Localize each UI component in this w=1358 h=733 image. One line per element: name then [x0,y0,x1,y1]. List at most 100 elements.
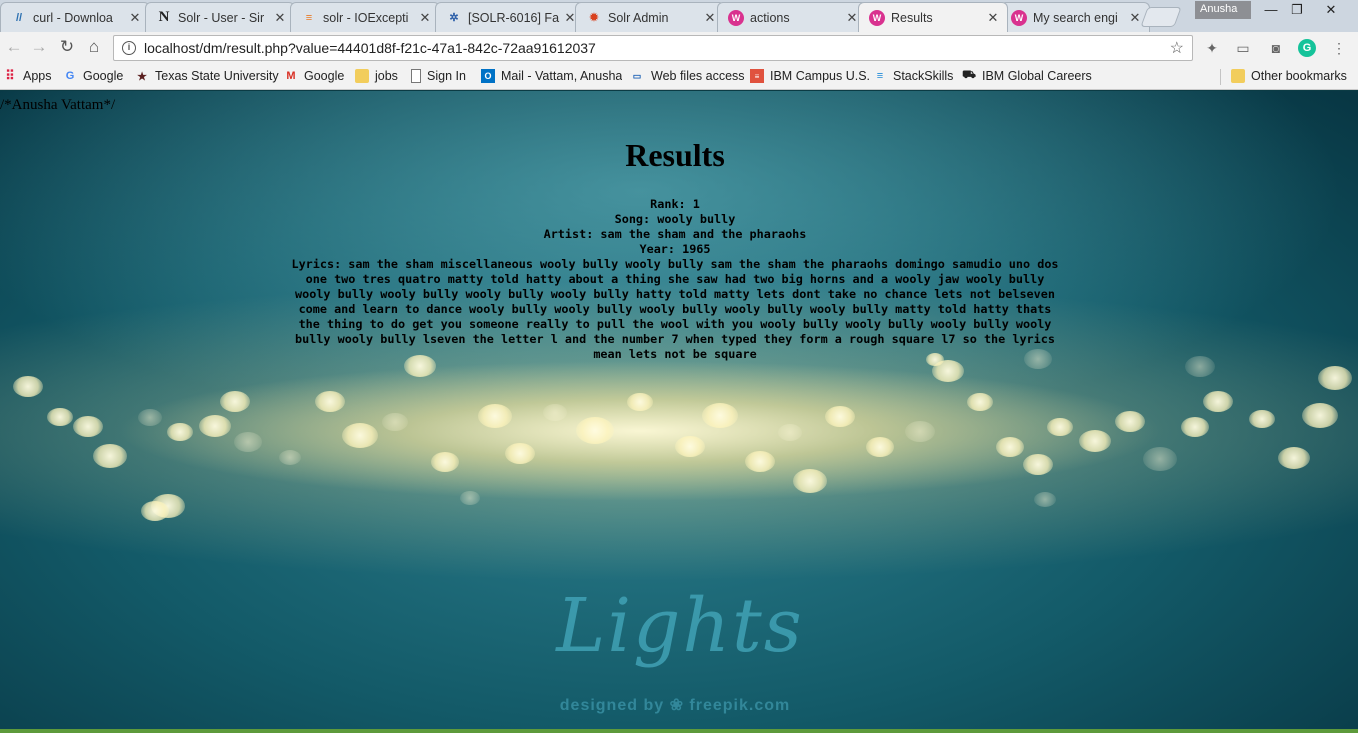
bookmark-separator [1220,69,1221,85]
tab-title: My search engi [1033,10,1118,25]
bokeh-light [702,403,738,428]
bookmarks-bar: ⠿ Apps G Google ★ Texas State University… [0,63,1358,90]
car-icon: ⛟ [962,69,976,81]
tab-actions[interactable]: W actions ✕ [717,2,867,32]
folder-icon [1231,69,1245,83]
tab-results[interactable]: W Results ✕ [858,2,1008,32]
url-text[interactable]: localhost/dm/result.php?value=44401d8f-f… [144,40,1170,56]
jira-icon: ✲ [449,12,459,24]
close-icon[interactable]: ✕ [846,10,858,26]
solr-icon: ✹ [589,12,599,24]
author-comment: /*Anusha Vattam*/ [0,97,116,113]
result-song: Song: wooly bully [614,212,736,226]
back-icon[interactable]: ← [2,35,26,59]
tab-solr-6016[interactable]: ✲ [SOLR-6016] Fa ✕ [435,2,585,32]
close-icon[interactable]: ✕ [704,10,716,26]
close-icon[interactable]: ✕ [129,10,141,26]
bokeh-light [315,391,345,412]
bookmark-sign-in[interactable]: Sign In [411,67,466,85]
bokeh-light [1302,403,1338,428]
bokeh-light [627,393,653,411]
bokeh-light [1203,391,1233,412]
reload-icon[interactable]: ↻ [55,35,79,59]
bokeh-light [13,376,43,397]
page-viewport: Lights designed by ❀ freepik.com /*Anush… [0,91,1358,729]
bookmark-jobs[interactable]: jobs [355,67,398,85]
tab-my-search-engine[interactable]: W My search engi ✕ [1000,2,1150,32]
bokeh-light [1115,411,1145,432]
bokeh-light [138,409,162,426]
bookmark-google[interactable]: G Google [63,67,124,85]
home-icon[interactable]: ⌂ [82,35,106,59]
tab-strip: // curl - Downloa ✕ N Solr - User - Sir … [0,0,1358,32]
profile-button[interactable]: Anusha [1195,1,1251,19]
tab-title: curl - Downloa [33,10,113,25]
result-artist: Artist: sam the sham and the pharaohs [543,227,807,241]
tab-title: [SOLR-6016] Fa [468,10,560,25]
tab-title: Solr - User - Sir [178,10,265,25]
bokeh-light [745,451,775,472]
tab-curl[interactable]: // curl - Downloa ✕ [0,2,150,32]
new-tab-button[interactable] [1140,7,1182,27]
close-icon[interactable]: ✕ [274,10,286,26]
browser-toolbar: ← → ↻ ⌂ i localhost/dm/result.php?value=… [0,32,1358,63]
tab-title: Results [891,10,933,25]
bokeh-light [543,404,567,421]
bokeh-light [1318,366,1352,390]
bokeh-light [234,432,262,452]
apps-grid-icon: ⠿ [5,68,15,83]
close-icon[interactable]: ✕ [987,10,999,26]
bookmark-gmail[interactable]: M Google [284,67,344,85]
bokeh-light [505,443,535,464]
bokeh-light [778,424,802,441]
bookmark-web-files[interactable]: ▭ Web files access [629,67,745,85]
web-icon: ▭ [632,70,642,81]
tab-solr-ioexception[interactable]: ≡ solr - IOExcepti ✕ [290,2,440,32]
bokeh-light [478,404,512,428]
close-icon[interactable]: ✕ [1129,10,1141,26]
bokeh-light [1185,356,1215,377]
restore-icon[interactable]: ❐ [1282,2,1312,20]
app-icon: W [869,9,885,26]
bokeh-light [1181,417,1209,437]
tab-title: solr - IOExcepti [323,10,409,25]
grammarly-icon[interactable]: G [1298,39,1316,57]
result-block: Rank: 1 Song: wooly bully Artist: sam th… [290,197,1060,362]
bokeh-light [675,436,705,457]
bokeh-light [793,469,827,493]
info-icon[interactable]: i [122,41,136,55]
bokeh-light [431,452,459,472]
bokeh-light [1034,492,1056,507]
bookmark-star-icon[interactable]: ☆ [1170,38,1184,58]
cast-icon[interactable]: ▭ [1234,39,1252,57]
stackoverflow-icon: ≡ [305,11,313,24]
extension-icon[interactable]: ✦ [1203,39,1221,57]
bookmark-ibm-campus[interactable]: ≡ IBM Campus U.S. [750,67,870,85]
tab-solr-admin[interactable]: ✹ Solr Admin ✕ [575,2,725,32]
bokeh-light [1047,418,1073,436]
bookmark-other[interactable]: Other bookmarks [1231,67,1347,85]
stackskills-icon: ≡ [876,70,884,82]
tab-title: Solr Admin [608,10,669,25]
forward-icon[interactable]: → [27,35,51,59]
bookmark-ibm-careers[interactable]: ⛟ IBM Global Careers [962,67,1092,85]
menu-icon[interactable]: ⋮ [1330,39,1348,57]
bokeh-light [382,413,408,431]
close-icon[interactable]: ✕ [419,10,431,26]
bookmark-texas-state[interactable]: ★ Texas State University [135,67,279,85]
result-rank: Rank: 1 [650,197,700,211]
bookmark-stackskills[interactable]: ≡ StackSkills [873,67,954,85]
window-close-icon[interactable]: ✕ [1316,2,1346,20]
bookmark-apps[interactable]: ⠿ Apps [3,67,51,85]
bokeh-light [996,437,1024,457]
bokeh-light [1249,410,1275,428]
bokeh-light [905,421,935,442]
tab-title: actions [750,10,790,25]
bokeh-light [47,408,73,426]
address-bar[interactable]: i localhost/dm/result.php?value=44401d8f… [113,35,1193,61]
tab-solr-user[interactable]: N Solr - User - Sir ✕ [145,2,295,32]
bookmark-mail[interactable]: O Mail - Vattam, Anusha [481,67,622,85]
shield-extension-icon[interactable]: ◙ [1267,39,1285,57]
google-icon: G [65,70,75,82]
bokeh-light [93,444,127,468]
